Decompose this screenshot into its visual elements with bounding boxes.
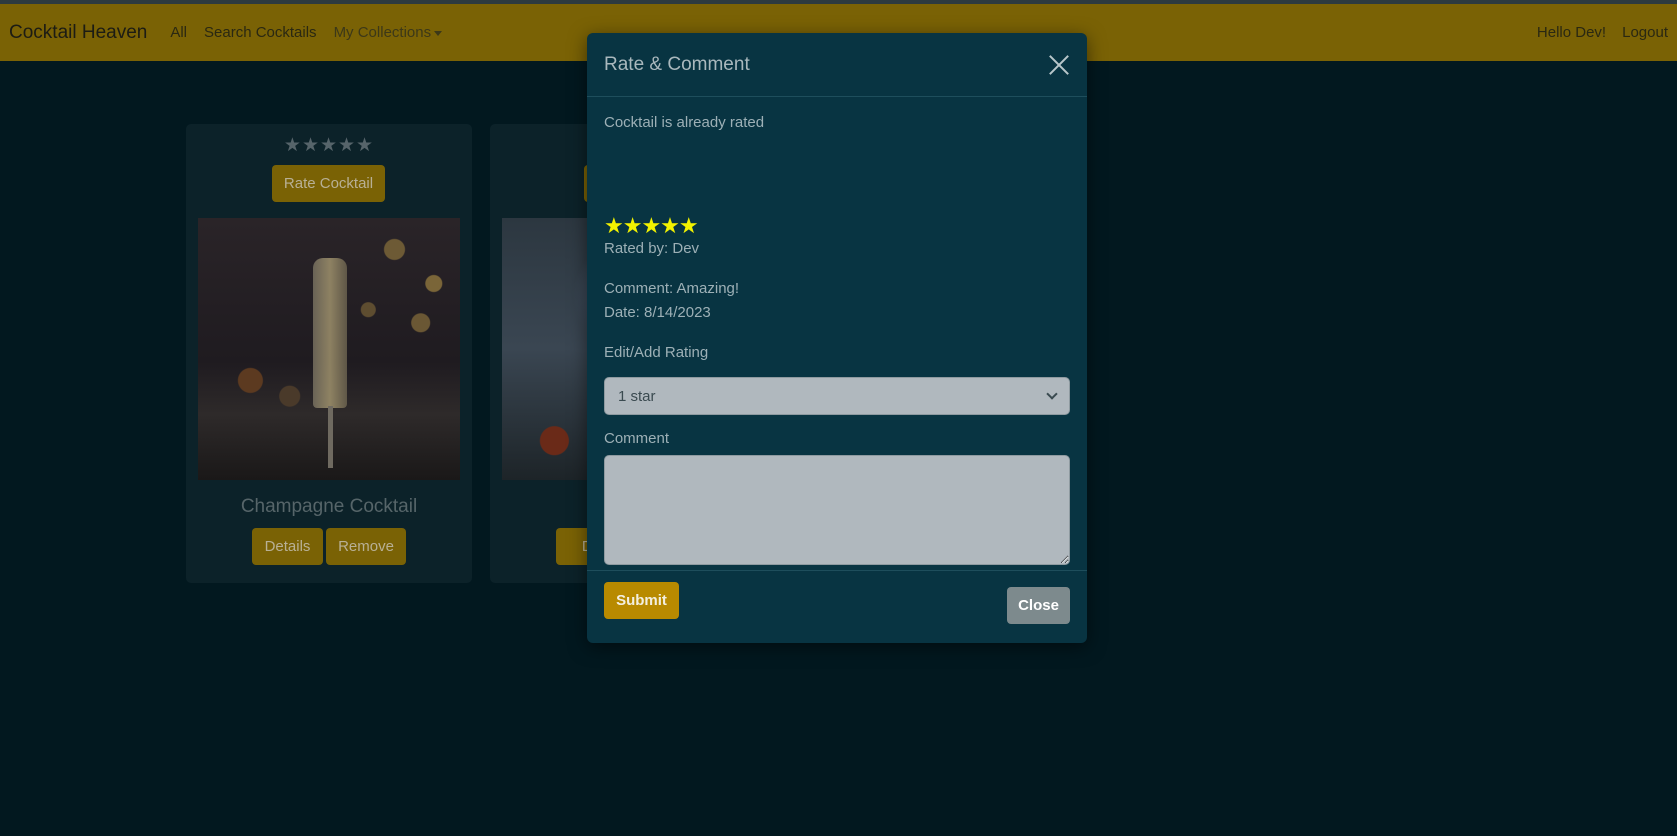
cocktail-image [198,218,460,480]
rating-select-value: 1 star [618,387,656,405]
rate-comment-modal: Rate & Comment Cocktail is already rated… [587,33,1087,643]
nav-link-all[interactable]: All [170,24,187,41]
champagne-glass-shape [313,258,347,408]
chevron-down-icon [1046,388,1058,400]
brand-logo[interactable]: Cocktail Heaven [9,22,147,44]
cocktail-title: Champagne Cocktail [240,496,418,517]
star-rating-icon: ★★★★★ [604,213,699,238]
caret-down-icon [434,30,443,36]
nav-dropdown-my-collections[interactable]: My Collections [334,24,443,41]
date-text: Date: 8/14/2023 [604,304,711,321]
remove-button[interactable]: Remove [326,528,406,565]
nav-right: Hello Dev! Logout [1521,24,1668,41]
nav-link-search-cocktails[interactable]: Search Cocktails [204,24,317,41]
cocktail-card: ★★★★★ Rate Cocktail Champagne Cocktail D… [186,124,472,583]
rating-select[interactable]: 1 star [604,377,1070,415]
rate-cocktail-button[interactable]: Rate Cocktail [272,165,385,202]
modal-title: Rate & Comment [604,53,750,75]
comment-text: Comment: Amazing! [604,280,740,297]
rated-by-text: Rated by: Dev [604,240,700,257]
nav-dropdown-label: My Collections [333,24,432,41]
modal-header: Rate & Comment [587,33,1087,97]
modal-footer: Close [587,571,1087,643]
edit-rating-label: Edit/Add Rating [604,344,709,361]
details-button[interactable]: Details [252,528,323,565]
greeting-text: Hello Dev! [1536,24,1607,41]
close-button[interactable]: Close [1007,587,1070,624]
modal-body: Cocktail is already rated ★★★★★ Rated by… [587,97,1087,619]
close-icon[interactable] [1048,54,1070,76]
glass-stem-shape [328,406,333,468]
comment-textarea[interactable] [604,455,1070,565]
logout-link[interactable]: Logout [1622,24,1668,41]
rating-status-text: Cocktail is already rated [604,114,765,131]
rating-stars-icon: ★★★★★ [283,135,375,156]
comment-label: Comment [604,430,670,447]
